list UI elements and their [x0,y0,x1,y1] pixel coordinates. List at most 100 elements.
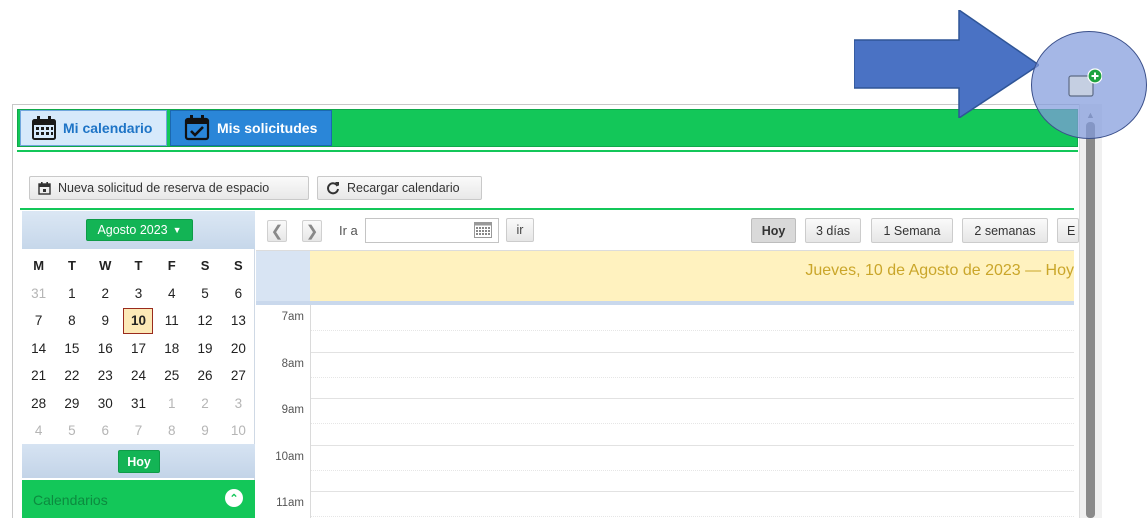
go-button[interactable]: ir [506,218,534,242]
tab-bar-underline [17,150,1078,152]
day-cell[interactable]: 1 [55,286,88,301]
day-cell[interactable]: 14 [22,341,55,356]
day-cell[interactable]: 9 [188,423,221,438]
day-cell[interactable]: 4 [22,423,55,438]
day-cell[interactable]: 19 [188,341,221,356]
day-cell[interactable]: 3 [122,286,155,301]
day-number: 14 [31,340,47,356]
day-cell[interactable]: 3 [222,396,255,411]
day-number: 29 [64,395,80,411]
day-cell[interactable]: 23 [89,368,122,383]
day-number: 4 [168,285,176,301]
day-cell[interactable]: 9 [89,313,122,328]
refresh-icon [327,182,339,195]
add-calendar-icon[interactable] [1068,68,1102,98]
new-reservation-button[interactable]: Nueva solicitud de reserva de espacio [29,176,309,200]
prev-button[interactable]: ❮ [267,220,287,242]
view-1-week-button[interactable]: 1 Semana [871,218,953,243]
day-cell[interactable]: 18 [155,341,188,356]
day-number: 3 [134,285,143,301]
day-cell[interactable]: 24 [122,368,155,383]
day-cell[interactable]: 15 [55,341,88,356]
day-cell[interactable]: 31 [22,286,55,301]
button-label: Recargar calendario [347,181,460,195]
day-cell[interactable]: 8 [55,313,88,328]
date-picker-icon[interactable] [474,222,492,238]
day-number: 4 [34,423,43,439]
next-button[interactable]: ❯ [302,220,322,242]
chevron-right-icon: ❯ [305,223,319,240]
week-row: 14 15 16 17 18 19 20 [22,335,255,363]
day-cell[interactable]: 4 [155,286,188,301]
day-cell[interactable]: 12 [188,313,221,328]
day-cell[interactable]: 11 [155,313,188,328]
button-label: Nueva solicitud de reserva de espacio [58,181,270,195]
day-cell-today[interactable]: 10 [122,307,155,334]
day-cell[interactable]: 26 [188,368,221,383]
day-cell[interactable]: 20 [222,341,255,356]
chevron-left-icon: ❮ [270,223,284,240]
view-today-button[interactable]: Hoy [751,218,796,243]
day-cell[interactable]: 2 [89,286,122,301]
day-cell[interactable]: 25 [155,368,188,383]
chevron-up-icon[interactable]: ⌃ [225,489,243,507]
weekday-header: F [167,258,176,274]
tab-label: Mi calendario [63,120,153,136]
day-cell[interactable]: 22 [55,368,88,383]
half-hour-line [311,376,1074,378]
day-cell[interactable]: 31 [122,396,155,411]
day-cell[interactable]: 8 [155,423,188,438]
day-cell[interactable]: 5 [188,286,221,301]
day-number: 31 [130,395,146,411]
day-cell[interactable]: 2 [188,396,221,411]
day-number: 10 [123,307,154,334]
day-number: 30 [97,395,113,411]
half-hour-line [311,423,1074,424]
day-number: 22 [64,368,80,384]
day-number: 11 [164,313,179,329]
day-cell[interactable]: 1 [155,396,188,411]
day-number: 26 [197,368,213,384]
day-cell[interactable]: 27 [222,368,255,383]
tab-mis-solicitudes[interactable]: Mis solicitudes [170,110,332,146]
goto-label: Ir a [339,223,358,238]
day-number: 8 [168,423,176,439]
day-number: 28 [31,395,47,411]
day-cell[interactable]: 21 [22,368,55,383]
today-button[interactable]: Hoy [118,450,160,473]
day-cell[interactable]: 29 [55,396,88,411]
calendar-add-icon [38,181,51,195]
pointer-arrow [854,10,1039,118]
day-number: 16 [97,340,113,356]
day-cell[interactable]: 10 [222,423,255,438]
week-row: 21 22 23 24 25 26 27 [22,362,255,390]
day-cell[interactable]: 7 [122,423,155,438]
day-cell[interactable]: 7 [22,313,55,328]
day-number: 5 [68,423,76,439]
view-2-weeks-button[interactable]: 2 semanas [962,218,1048,243]
day-number: 21 [31,368,47,384]
view-3-days-button[interactable]: 3 días [805,218,861,243]
day-cell[interactable]: 30 [89,396,122,411]
tab-mi-calendario[interactable]: Mi calendario [20,110,167,146]
view-more-button[interactable]: E [1057,218,1079,243]
reload-calendar-button[interactable]: Recargar calendario [317,176,482,200]
day-cell[interactable]: 5 [55,423,88,438]
calendars-label: Calendarios [33,492,108,508]
calendars-section-header[interactable]: Calendarios [22,480,255,518]
day-cell[interactable]: 6 [89,423,122,438]
month-selector[interactable]: Agosto 2023 ▼ [86,219,193,241]
day-cell[interactable]: 17 [122,341,155,356]
day-cell[interactable]: 6 [222,286,255,301]
scrollbar-thumb[interactable] [1086,122,1095,518]
day-cell[interactable]: 16 [89,341,122,356]
week-row: 7 8 9 10 11 12 13 [22,307,255,335]
month-label: Agosto 2023 [97,223,168,237]
section-divider [20,208,1074,210]
calendar-icon [32,116,56,140]
day-cell[interactable]: 13 [222,313,255,328]
day-grid[interactable] [256,305,1074,518]
day-cell[interactable]: 28 [22,396,55,411]
time-column: 7am 8am 9am 10am 11am [256,305,311,518]
weekday-header: T [134,258,143,274]
